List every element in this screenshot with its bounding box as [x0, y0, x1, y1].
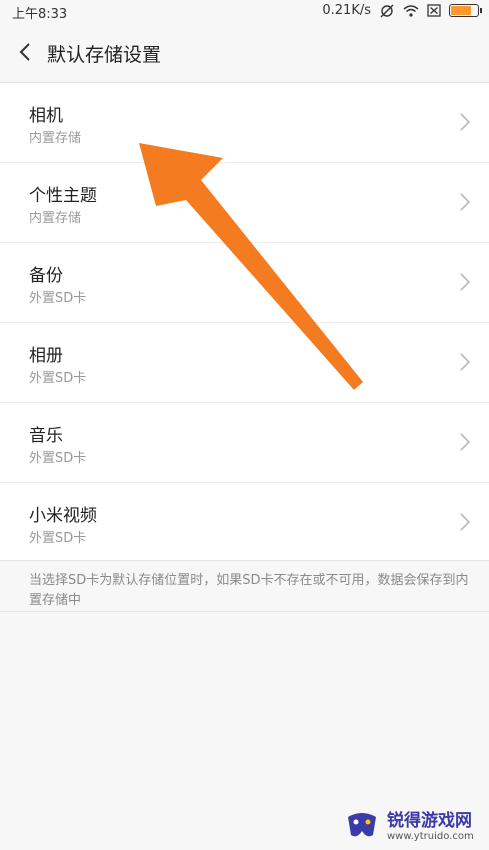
setting-row-camera[interactable]: 相机 内置存储 — [0, 83, 489, 163]
chevron-right-icon — [460, 513, 471, 531]
setting-row-mi-video[interactable]: 小米视频 外置SD卡 — [0, 483, 489, 562]
setting-value: 外置SD卡 — [29, 451, 87, 466]
chevron-right-icon — [460, 433, 471, 451]
setting-label: 备份 — [29, 266, 63, 286]
chevron-right-icon — [460, 273, 471, 291]
sim-off-icon — [427, 4, 441, 17]
setting-label: 个性主题 — [29, 186, 97, 206]
setting-label: 小米视频 — [29, 506, 97, 526]
watermark-name: 锐得游戏网 — [387, 811, 472, 831]
wifi-icon — [403, 4, 419, 17]
setting-value: 外置SD卡 — [29, 291, 87, 306]
footer-note-text: 当选择SD卡为默认存储位置时，如果SD卡不存在或不可用，数据会保存到内置存储中 — [29, 573, 469, 608]
setting-row-music[interactable]: 音乐 外置SD卡 — [0, 403, 489, 483]
setting-row-backup[interactable]: 备份 外置SD卡 — [0, 243, 489, 323]
site-watermark: 锐得游戏网 www.ytruido.com — [343, 802, 483, 846]
alarm-off-icon — [380, 4, 394, 17]
setting-label: 相册 — [29, 346, 63, 366]
gamepad-logo-icon — [348, 813, 376, 837]
status-bar: 上午8:33 0.21K/s — [0, 0, 489, 22]
setting-row-gallery[interactable]: 相册 外置SD卡 — [0, 323, 489, 403]
status-time: 上午8:33 — [12, 7, 68, 22]
setting-label: 音乐 — [29, 426, 63, 446]
setting-label: 相机 — [29, 106, 63, 126]
network-speed: 0.21K/s — [322, 3, 371, 18]
setting-value: 外置SD卡 — [29, 531, 87, 546]
battery-icon — [449, 4, 482, 17]
chevron-right-icon — [460, 113, 471, 131]
chevron-right-icon — [460, 193, 471, 211]
setting-value: 内置存储 — [29, 131, 82, 146]
chevron-right-icon — [460, 353, 471, 371]
page-title: 默认存储设置 — [47, 44, 162, 66]
back-button[interactable] — [14, 40, 38, 64]
setting-value: 外置SD卡 — [29, 371, 87, 386]
storage-settings-list: 相机 内置存储 个性主题 内置存储 备份 外置SD卡 相册 外置SD卡 音乐 外… — [0, 83, 489, 562]
footer-note: 当选择SD卡为默认存储位置时，如果SD卡不存在或不可用，数据会保存到内置存储中 — [0, 560, 489, 612]
status-icons: 0.21K/s — [322, 3, 482, 18]
setting-row-themes[interactable]: 个性主题 内置存储 — [0, 163, 489, 243]
watermark-url: www.ytruido.com — [387, 831, 474, 842]
setting-value: 内置存储 — [29, 211, 82, 226]
title-bar: 默认存储设置 — [0, 22, 489, 83]
